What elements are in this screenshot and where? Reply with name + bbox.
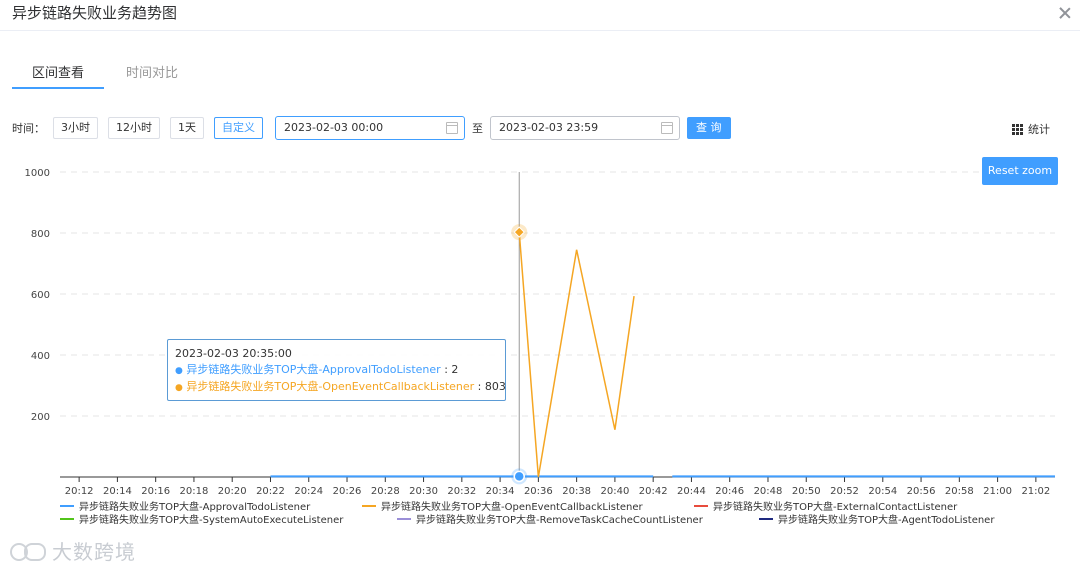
calendar-icon[interactable] xyxy=(446,122,458,134)
chart-tooltip: 2023-02-03 20:35:00 ● 异步链路失败业务TOP大盘-Appr… xyxy=(167,339,506,401)
end-date-value: 2023-02-03 23:59 xyxy=(499,121,599,134)
x-tick-label: 20:16 xyxy=(141,486,170,497)
tab-time-compare[interactable]: 时间对比 xyxy=(104,58,200,89)
end-date-input[interactable]: 2023-02-03 23:59 xyxy=(490,116,680,140)
range-3h-button[interactable]: 3小时 xyxy=(53,117,98,139)
legend-label: 异步链路失败业务TOP大盘-AgentTodoListener xyxy=(778,513,995,526)
x-tick-label: 20:14 xyxy=(103,486,132,497)
close-icon[interactable] xyxy=(1058,6,1072,20)
y-tick-label: 1000 xyxy=(25,168,50,179)
legend-label: 异步链路失败业务TOP大盘-ExternalContactListener xyxy=(713,500,958,513)
start-date-input[interactable]: 2023-02-03 00:00 xyxy=(275,116,465,140)
x-tick-label: 20:28 xyxy=(371,486,400,497)
range-1d-button[interactable]: 1天 xyxy=(170,117,204,139)
x-tick-label: 20:22 xyxy=(256,486,285,497)
start-date-value: 2023-02-03 00:00 xyxy=(284,121,384,134)
watermark-text: 大数跨境 xyxy=(52,540,136,564)
range-12h-button[interactable]: 12小时 xyxy=(108,117,160,139)
tooltip-row-openevent: ● 异步链路失败业务TOP大盘-OpenEventCallbackListene… xyxy=(175,380,506,393)
range-custom-button[interactable]: 自定义 xyxy=(214,117,263,139)
legend-label: 异步链路失败业务TOP大盘-OpenEventCallbackListener xyxy=(381,500,644,513)
x-tick-label: 20:12 xyxy=(65,486,94,497)
x-tick-label: 20:18 xyxy=(180,486,209,497)
x-tick-label: 20:42 xyxy=(639,486,668,497)
title-divider xyxy=(0,30,1080,31)
time-label: 时间： xyxy=(12,122,45,135)
x-tick-label: 20:46 xyxy=(715,486,744,497)
tooltip-series-name: 异步链路失败业务TOP大盘-ApprovalTodoListener xyxy=(186,363,441,376)
x-tick-label: 20:40 xyxy=(600,486,629,497)
x-tick-label: 20:44 xyxy=(677,486,706,497)
calendar-icon[interactable] xyxy=(661,122,673,134)
tab-bar: 区间查看 时间对比 xyxy=(12,58,200,90)
to-label: 至 xyxy=(472,122,483,135)
y-tick-label: 400 xyxy=(31,351,50,362)
dialog-title: 异步链路失败业务趋势图 xyxy=(12,4,178,22)
x-tick-label: 20:54 xyxy=(868,486,897,497)
grid-icon xyxy=(1012,123,1023,135)
hover-marker-approval xyxy=(513,470,525,483)
x-tick-label: 20:26 xyxy=(333,486,362,497)
x-tick-label: 20:56 xyxy=(907,486,936,497)
tooltip-value: 2 xyxy=(451,363,459,376)
legend-label: 异步链路失败业务TOP大盘-ApprovalTodoListener xyxy=(79,500,311,513)
x-tick-label: 21:00 xyxy=(983,486,1012,497)
tooltip-time: 2023-02-03 20:35:00 xyxy=(175,347,292,360)
y-tick-label: 600 xyxy=(31,290,50,301)
x-tick-label: 20:58 xyxy=(945,486,974,497)
x-tick-label: 20:34 xyxy=(486,486,515,497)
trend-chart: 200 400 600 800 1000 20:12 20:14 20:16 20:18 20:2… xyxy=(25,168,1055,526)
reset-zoom-button[interactable]: Reset zoom xyxy=(982,157,1058,185)
x-tick-label: 21:02 xyxy=(1021,486,1050,497)
x-tick-label: 20:30 xyxy=(409,486,438,497)
watermark: 大数跨境 xyxy=(8,536,136,565)
query-button[interactable]: 查 询 xyxy=(687,117,731,139)
legend-label: 异步链路失败业务TOP大盘-SystemAutoExecuteListener xyxy=(79,513,344,526)
legend-label: 异步链路失败业务TOP大盘-RemoveTaskCacheCountListen… xyxy=(416,513,704,526)
x-tick-label: 20:50 xyxy=(792,486,821,497)
x-tick-label: 20:38 xyxy=(562,486,591,497)
brand-logo-icon xyxy=(8,540,48,562)
tooltip-row-approval: ● 异步链路失败业务TOP大盘-ApprovalTodoListener : 2 xyxy=(175,363,459,376)
stats-button[interactable]: 统计 xyxy=(1012,121,1050,137)
x-tick-label: 20:24 xyxy=(294,486,323,497)
x-tick-label: 20:36 xyxy=(524,486,553,497)
tab-range-view[interactable]: 区间查看 xyxy=(12,58,105,89)
x-tick-label: 20:32 xyxy=(447,486,476,497)
y-tick-label: 200 xyxy=(31,412,50,423)
x-tick-label: 20:52 xyxy=(830,486,859,497)
tooltip-series-name: 异步链路失败业务TOP大盘-OpenEventCallbackListener xyxy=(186,380,475,393)
y-tick-label: 800 xyxy=(31,229,50,240)
x-tick-label: 20:20 xyxy=(218,486,247,497)
x-tick-label: 20:48 xyxy=(754,486,783,497)
stats-label: 统计 xyxy=(1028,123,1050,136)
tooltip-value: 803 xyxy=(484,380,506,393)
toolbar: 时间： 3小时 12小时 1天 自定义 2023-02-03 00:00 至 2… xyxy=(12,116,731,140)
